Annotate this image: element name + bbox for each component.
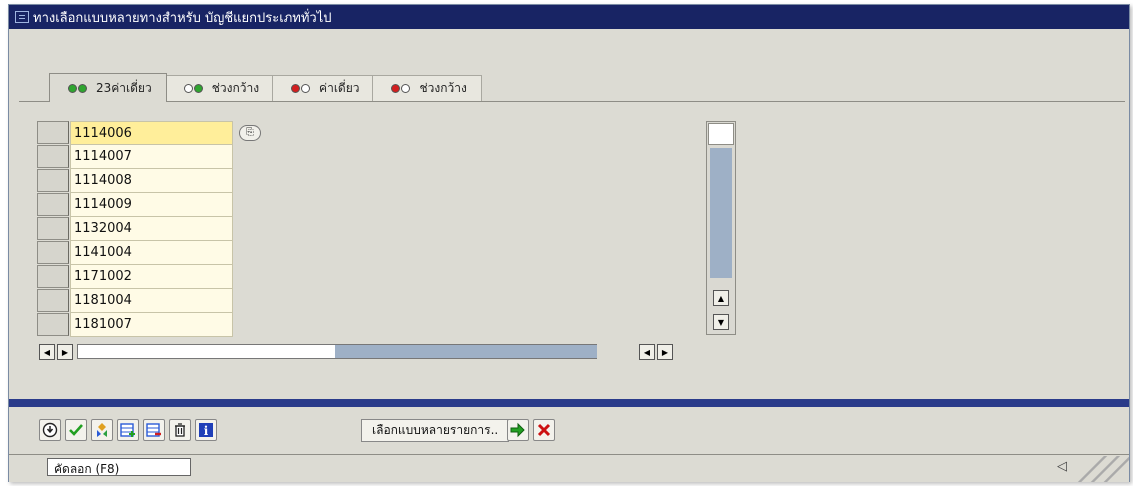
scroll-left-icon[interactable]: ◀ [39,344,55,360]
table-row: 1114006 ⎘ [37,121,277,145]
scroll-right-icon[interactable]: ▶ [657,344,673,360]
horizontal-scroll-thumb[interactable] [335,345,597,358]
value-cell[interactable]: 1171002 [70,265,233,289]
scroll-thumb[interactable] [710,148,732,278]
status-message: คัดลอก (F8) [47,458,191,476]
table-row: 1114007 [37,145,277,169]
table-row: 1114008 [37,169,277,193]
tab-include-single[interactable]: 23ค่าเดี่ยว [49,73,167,102]
status-lights-icon [68,83,88,93]
value-table: 1114006 ⎘ 1114007 1114008 1114009 113200… [37,121,737,361]
table-row: 1132004 [37,217,277,241]
scroll-down-icon[interactable]: ▼ [713,314,729,330]
table-row: 1141004 [37,241,277,265]
horizontal-scroll-track [77,344,597,359]
trash-icon[interactable] [169,419,191,441]
value-cell[interactable]: 1114006 [70,121,233,145]
value-cell[interactable]: 1114009 [70,193,233,217]
import-icon[interactable] [507,419,529,441]
status-lights-icon [183,84,204,93]
tab-exclude-single[interactable]: ค่าเดี่ยว [272,75,375,101]
window-title: ทางเลือกแบบหลายทางสำหรับ บัญชีแยกประเภทท… [33,10,332,26]
title-bar: ทางเลือกแบบหลายทางสำหรับ บัญชีแยกประเภทท… [9,5,1129,29]
tab-exclude-ranges[interactable]: ช่วงกว้าง [372,75,482,101]
tab-label: ช่วงกว้าง [419,81,467,95]
execute-icon[interactable] [39,419,61,441]
window-icon [15,11,29,23]
value-cell[interactable]: 1141004 [70,241,233,265]
scroll-field [708,123,734,145]
tab-include-ranges[interactable]: ช่วงกว้าง [164,75,275,101]
value-cell[interactable]: 1114008 [70,169,233,193]
horizontal-scrollbar[interactable]: ◀ ▶ ◀ ▶ [37,343,707,361]
table-row: 1171002 [37,265,277,289]
status-arrow-icon[interactable]: ◁ [1057,459,1067,474]
scroll-left-icon[interactable]: ◀ [639,344,655,360]
cancel-icon[interactable] [533,419,555,441]
value-cell[interactable]: 1181004 [70,289,233,313]
value-cell[interactable]: 1181007 [70,313,233,337]
row-selector[interactable] [37,313,69,336]
row-selector[interactable] [37,145,69,168]
row-selector[interactable] [37,169,69,192]
multiple-selection-button[interactable]: เลือกแบบหลายรายการ.. [361,419,510,442]
scroll-right-icon[interactable]: ▶ [57,344,73,360]
tab-label: ช่วงกว้าง [211,81,260,95]
status-bar: คัดลอก (F8) ◁ [9,456,1129,482]
row-selector[interactable] [37,193,69,216]
delete-row-icon[interactable] [143,419,165,441]
vertical-scrollbar[interactable]: ▲ ▼ [706,121,736,335]
tab-label: 23ค่าเดี่ยว [96,80,152,95]
insert-row-icon[interactable] [117,419,139,441]
value-cell[interactable]: 1114007 [70,145,233,169]
row-selector[interactable] [37,265,69,288]
status-lights-icon [391,84,411,93]
tab-panel-border [19,101,1125,102]
separator-bar [9,399,1129,407]
dialog-toolbar: i เลือกแบบหลายรายการ.. [9,407,1129,455]
multiple-selection-dialog: ทางเลือกแบบหลายทางสำหรับ บัญชีแยกประเภทท… [8,4,1130,482]
svg-text:i: i [204,424,209,438]
table-row: 1181004 [37,289,277,313]
options-icon[interactable] [91,419,113,441]
value-help-icon[interactable]: ⎘ [239,125,261,141]
info-icon[interactable]: i [195,419,217,441]
check-icon[interactable] [65,419,87,441]
table-row: 1114009 [37,193,277,217]
table-row: 1181007 [37,313,277,337]
status-lights-icon [291,84,311,93]
row-selector[interactable] [37,289,69,312]
scroll-up-icon[interactable]: ▲ [713,290,729,306]
row-selector[interactable] [37,217,69,240]
row-selector[interactable] [37,241,69,264]
value-cell[interactable]: 1132004 [70,217,233,241]
dialog-content: 23ค่าเดี่ยว ช่วงกว้าง ค่าเดี่ยว ช่วงกว้า… [9,29,1129,399]
tab-label: ค่าเดี่ยว [319,81,360,95]
resize-grip-icon[interactable] [1069,456,1129,482]
tab-strip: 23ค่าเดี่ยว ช่วงกว้าง ค่าเดี่ยว ช่วงกว้า… [49,73,482,102]
row-selector[interactable] [37,121,69,144]
